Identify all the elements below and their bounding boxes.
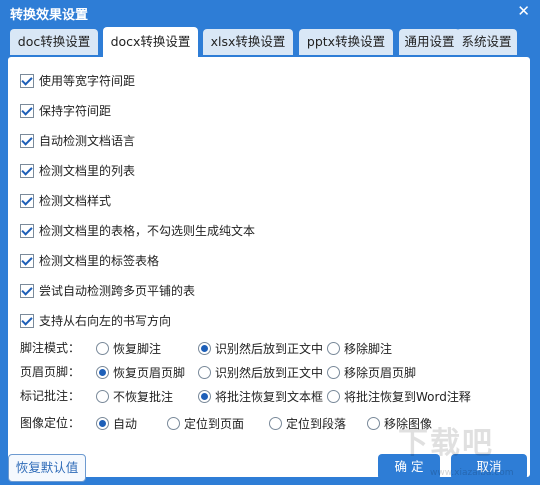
radio-label: 恢复脚注 — [113, 341, 162, 356]
radio-label: 将批注恢复到Word注释 — [344, 389, 471, 404]
radio-label: 移除脚注 — [344, 341, 393, 356]
tab-docx[interactable]: docx转换设置 — [103, 27, 198, 57]
radio-group-label: 脚注模式： — [20, 341, 81, 355]
radio-button[interactable] — [327, 366, 340, 379]
tab-pptx[interactable]: pptx转换设置 — [299, 29, 393, 55]
reset-defaults-button[interactable]: 恢复默认值 — [8, 454, 86, 482]
radio-footnote-restore[interactable]: 恢复脚注 — [96, 338, 161, 359]
radio-comments-none[interactable]: 不恢复批注 — [96, 386, 173, 407]
radio-header-to-body[interactable]: 识别然后放到正文中 — [198, 362, 323, 383]
radio-button[interactable] — [96, 342, 109, 355]
option-detect-styles[interactable]: 检测文档样式 — [20, 190, 111, 210]
option-label: 检测文档样式 — [39, 193, 112, 208]
watermark-url: www.xiazaiba.com — [430, 468, 514, 478]
radio-label: 移除页眉页脚 — [344, 365, 417, 380]
option-label: 保持字符间距 — [39, 103, 112, 118]
tab-system[interactable]: 系统设置 — [456, 29, 517, 55]
radio-label: 定位到段落 — [286, 416, 347, 431]
option-label: 自动检测文档语言 — [39, 133, 136, 148]
radio-header-remove[interactable]: 移除页眉页脚 — [327, 362, 416, 383]
option-label: 支持从右向左的书写方向 — [39, 313, 172, 328]
checkbox[interactable] — [20, 133, 34, 148]
checkbox[interactable] — [20, 253, 34, 268]
settings-panel: 使用等宽字符间距 保持字符间距 自动检测文档语言 检测文档里的列表 检测文档样式… — [8, 57, 530, 482]
option-label: 检测文档里的列表 — [39, 163, 136, 178]
radio-image-page[interactable]: 定位到页面 — [167, 413, 244, 434]
radio-button[interactable] — [198, 342, 211, 355]
radio-button[interactable] — [198, 390, 211, 403]
radio-label: 自动 — [113, 416, 138, 431]
option-detect-tables[interactable]: 检测文档里的表格，不勾选则生成纯文本 — [20, 220, 255, 240]
checkbox[interactable] — [20, 73, 34, 88]
option-keep-char-spacing[interactable]: 保持字符间距 — [20, 100, 111, 120]
radio-label: 识别然后放到正文中 — [215, 341, 324, 356]
checkbox[interactable] — [20, 283, 34, 298]
radio-comments-word[interactable]: 将批注恢复到Word注释 — [327, 386, 471, 407]
option-detect-lists[interactable]: 检测文档里的列表 — [20, 160, 135, 180]
radio-header-restore[interactable]: 恢复页眉页脚 — [96, 362, 185, 383]
header-footer-row: 页眉页脚： 恢复页眉页脚 识别然后放到正文中 移除页眉页脚 — [20, 362, 525, 382]
comments-row: 标记批注： 不恢复批注 将批注恢复到文本框 将批注恢复到Word注释 — [20, 386, 525, 406]
checkbox[interactable] — [20, 223, 34, 238]
option-label: 检测文档里的标签表格 — [39, 253, 160, 268]
radio-label: 将批注恢复到文本框 — [215, 389, 324, 404]
radio-button[interactable] — [96, 417, 109, 430]
radio-button[interactable] — [327, 390, 340, 403]
radio-footnote-remove[interactable]: 移除脚注 — [327, 338, 392, 359]
radio-image-paragraph[interactable]: 定位到段落 — [269, 413, 346, 434]
radio-button[interactable] — [167, 417, 180, 430]
radio-button[interactable] — [198, 366, 211, 379]
checkbox[interactable] — [20, 103, 34, 118]
radio-group-label: 标记批注： — [20, 389, 81, 403]
radio-label: 恢复页眉页脚 — [113, 365, 186, 380]
radio-button[interactable] — [96, 366, 109, 379]
tab-xlsx[interactable]: xlsx转换设置 — [203, 29, 293, 55]
radio-comments-textbox[interactable]: 将批注恢复到文本框 — [198, 386, 323, 407]
option-label: 尝试自动检测跨多页平铺的表 — [39, 283, 196, 298]
checkbox[interactable] — [20, 313, 34, 328]
checkbox[interactable] — [20, 193, 34, 208]
option-detect-multipage-tables[interactable]: 尝试自动检测跨多页平铺的表 — [20, 280, 195, 300]
radio-button[interactable] — [367, 417, 380, 430]
radio-button[interactable] — [96, 390, 109, 403]
tab-general[interactable]: 通用设置 — [399, 29, 460, 55]
radio-label: 识别然后放到正文中 — [215, 365, 324, 380]
radio-button[interactable] — [269, 417, 282, 430]
radio-footnote-to-body[interactable]: 识别然后放到正文中 — [198, 338, 323, 359]
close-icon[interactable]: ✕ — [517, 2, 530, 20]
option-detect-tab-tables[interactable]: 检测文档里的标签表格 — [20, 250, 159, 270]
footnote-mode-row: 脚注模式： 恢复脚注 识别然后放到正文中 移除脚注 — [20, 338, 525, 358]
checkbox[interactable] — [20, 163, 34, 178]
option-label: 使用等宽字符间距 — [39, 73, 136, 88]
radio-button[interactable] — [327, 342, 340, 355]
radio-label: 定位到页面 — [184, 416, 245, 431]
window-title: 转换效果设置 — [10, 8, 89, 23]
watermark-logo: 下载吧 — [398, 426, 494, 461]
option-rtl-support[interactable]: 支持从右向左的书写方向 — [20, 310, 171, 330]
radio-group-label: 图像定位： — [20, 416, 81, 430]
option-label: 检测文档里的表格，不勾选则生成纯文本 — [39, 223, 256, 238]
radio-image-auto[interactable]: 自动 — [96, 413, 137, 434]
option-monospace-spacing[interactable]: 使用等宽字符间距 — [20, 70, 135, 90]
option-detect-language[interactable]: 自动检测文档语言 — [20, 130, 135, 150]
radio-group-label: 页眉页脚： — [20, 365, 81, 379]
tab-doc[interactable]: doc转换设置 — [10, 29, 98, 55]
title-bar: 转换效果设置 ✕ — [0, 0, 540, 26]
radio-label: 不恢复批注 — [113, 389, 174, 404]
